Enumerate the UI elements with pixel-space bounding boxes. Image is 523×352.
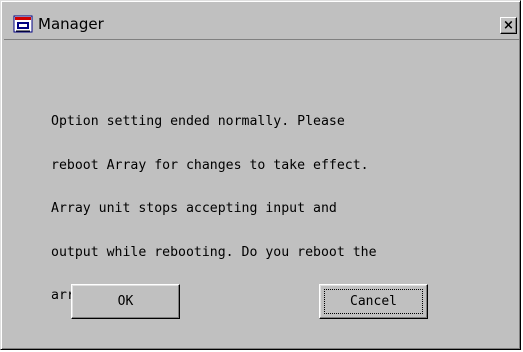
message-line: Option setting ended normally. Please xyxy=(51,114,345,129)
title-bar[interactable]: Manager × xyxy=(4,4,519,40)
message-line: Array unit stops accepting input and xyxy=(51,201,337,216)
close-icon[interactable]: × xyxy=(500,17,517,34)
window-title: Manager xyxy=(38,15,104,33)
cancel-button[interactable]: Cancel xyxy=(319,284,428,319)
cancel-button-label: Cancel xyxy=(350,294,397,309)
message-line: reboot Array for changes to take effect. xyxy=(51,157,369,173)
manager-dialog: Manager × Option setting ended normally.… xyxy=(0,0,521,350)
manager-app-icon xyxy=(13,14,33,34)
message-line: output while rebooting. Do you reboot th… xyxy=(51,244,377,260)
ok-button[interactable]: OK xyxy=(71,284,180,319)
ok-button-label: OK xyxy=(117,294,134,309)
